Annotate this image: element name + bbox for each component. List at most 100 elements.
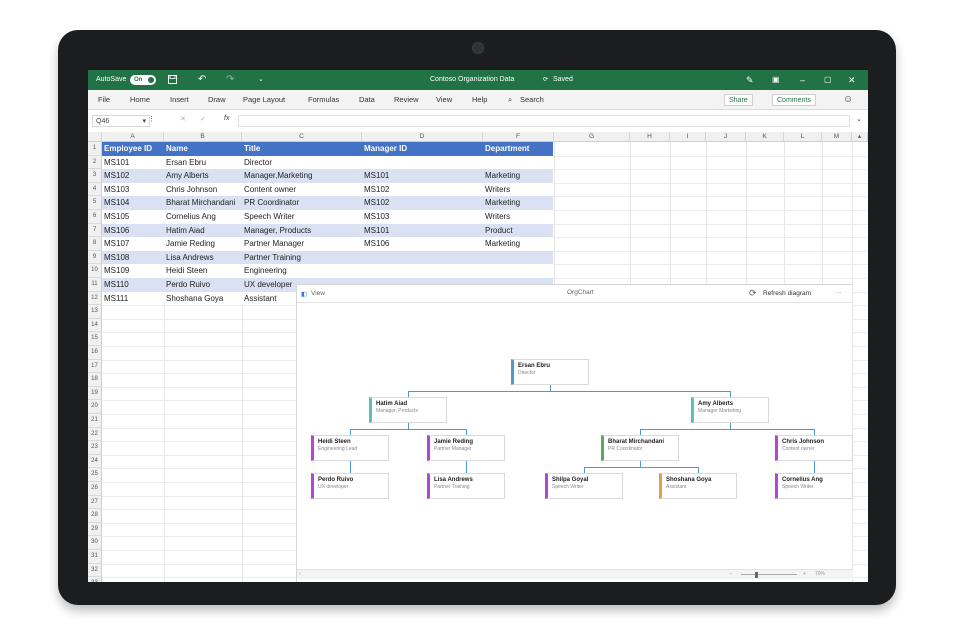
row-header[interactable]: 2 [88, 155, 102, 170]
table-cell[interactable]: Bharat Mirchandani [164, 196, 242, 210]
table-cell[interactable]: MS103 [362, 210, 483, 224]
org-node[interactable]: Ersan Ebru Director [511, 359, 589, 385]
column-header-l[interactable]: L [784, 132, 822, 142]
row-header[interactable]: 7 [88, 223, 102, 238]
table-cell[interactable]: Marketing [483, 196, 554, 210]
table-cell[interactable]: Jamie Reding [164, 237, 242, 251]
expand-formula-icon[interactable]: ⌄ [856, 115, 862, 123]
table-cell[interactable]: Ersan Ebru [164, 156, 242, 170]
enter-icon[interactable]: ✓ [200, 115, 206, 123]
row-header[interactable]: 25 [88, 468, 102, 482]
table-cell[interactable]: Cornelius Ang [164, 210, 242, 224]
row-header[interactable]: 20 [88, 400, 102, 414]
comments-button[interactable]: Comments [772, 94, 816, 106]
table-cell[interactable] [483, 264, 554, 278]
tab-help[interactable]: Help [472, 90, 487, 110]
scroll-left-icon[interactable]: ‹ [299, 571, 301, 577]
row-header[interactable]: 6 [88, 210, 102, 224]
table-cell[interactable]: PR Coordinator [242, 196, 362, 210]
table-cell[interactable] [483, 251, 554, 265]
view-icon[interactable]: ◧ [301, 290, 307, 298]
org-node[interactable]: Perdo Ruivo UX developer [311, 473, 389, 499]
column-header-h[interactable]: H [630, 132, 670, 142]
row-header[interactable]: 26 [88, 482, 102, 496]
table-cell[interactable]: Director [242, 156, 362, 170]
column-header-a[interactable]: A [102, 132, 164, 142]
table-cell[interactable]: Speech Writer [242, 210, 362, 224]
org-node[interactable]: Hatim Aiad Manager, Products [369, 397, 447, 423]
tab-home[interactable]: Home [130, 90, 150, 110]
table-cell[interactable]: Heidi Steen [164, 264, 242, 278]
tab-data[interactable]: Data [359, 90, 375, 110]
table-header-cell[interactable]: Name [164, 142, 242, 156]
more-options-icon[interactable]: ··· [835, 289, 842, 296]
column-header-k[interactable]: K [746, 132, 784, 142]
row-header[interactable]: 5 [88, 196, 102, 210]
column-header-c[interactable]: C [242, 132, 362, 142]
autosave-toggle[interactable]: On [130, 75, 156, 85]
table-header-cell[interactable]: Employee ID [102, 142, 164, 156]
row-header[interactable]: 14 [88, 318, 102, 333]
row-header[interactable]: 23 [88, 441, 102, 455]
table-cell[interactable]: Partner Training [242, 251, 362, 265]
row-header[interactable]: 17 [88, 359, 102, 374]
pen-icon[interactable]: ✎ [746, 70, 754, 90]
zoom-slider-thumb[interactable] [755, 572, 758, 578]
table-cell[interactable]: Content owner [242, 183, 362, 197]
table-cell[interactable]: Manager,Marketing [242, 169, 362, 183]
row-header[interactable]: 22 [88, 427, 102, 442]
table-cell[interactable] [362, 264, 483, 278]
table-cell[interactable]: Manager, Products [242, 224, 362, 238]
table-cell[interactable]: MS101 [362, 169, 483, 183]
row-header[interactable]: 28 [88, 509, 102, 523]
save-icon[interactable] [168, 70, 177, 90]
table-cell[interactable]: Marketing [483, 237, 554, 251]
column-header-j[interactable]: J [706, 132, 746, 142]
table-header-cell[interactable]: Department [483, 142, 554, 156]
table-cell[interactable]: Amy Alberts [164, 169, 242, 183]
formula-input[interactable] [238, 115, 850, 127]
table-cell[interactable]: Hatim Aiad [164, 224, 242, 238]
table-cell[interactable] [483, 156, 554, 170]
row-header[interactable]: 4 [88, 182, 102, 197]
function-icon[interactable]: fx [224, 115, 229, 122]
smiley-feedback-icon[interactable]: ☺ [843, 90, 853, 110]
refresh-diagram-button[interactable]: Refresh diagram [763, 290, 811, 297]
row-header[interactable]: 18 [88, 373, 102, 387]
table-cell[interactable] [362, 156, 483, 170]
org-node[interactable]: Shoshana Goya Assistant [659, 473, 737, 499]
row-header[interactable]: 12 [88, 291, 102, 306]
column-header-i[interactable]: I [670, 132, 706, 142]
table-cell[interactable]: Marketing [483, 169, 554, 183]
restore-icon[interactable]: ▢ [824, 70, 832, 90]
view-button[interactable]: View [311, 290, 325, 297]
zoom-slider[interactable] [741, 574, 797, 575]
cancel-icon[interactable]: ✕ [180, 115, 186, 123]
row-header[interactable]: 29 [88, 522, 102, 537]
row-header[interactable]: 8 [88, 237, 102, 251]
tab-view[interactable]: View [436, 90, 452, 110]
row-header[interactable]: 30 [88, 536, 102, 550]
table-cell[interactable]: MS104 [102, 196, 164, 210]
row-header[interactable]: 1 [88, 142, 102, 156]
table-cell[interactable] [362, 251, 483, 265]
column-header-m[interactable]: M [822, 132, 852, 142]
table-cell[interactable]: Product [483, 224, 554, 238]
column-header-b[interactable]: B [164, 132, 242, 142]
table-cell[interactable]: MS102 [362, 183, 483, 197]
table-cell[interactable]: MS106 [362, 237, 483, 251]
table-cell[interactable]: MS108 [102, 251, 164, 265]
org-node[interactable]: Bharat Mirchandani PR Coordinator [601, 435, 679, 461]
org-node[interactable]: Lisa Andrews Partner Training [427, 473, 505, 499]
row-header[interactable]: 9 [88, 250, 102, 265]
table-cell[interactable]: Writers [483, 210, 554, 224]
tab-insert[interactable]: Insert [170, 90, 189, 110]
row-header[interactable]: 21 [88, 414, 102, 428]
table-cell[interactable]: MS102 [102, 169, 164, 183]
table-cell[interactable]: MS109 [102, 264, 164, 278]
table-cell[interactable]: MS105 [102, 210, 164, 224]
scroll-up-icon[interactable]: ▴ [852, 132, 868, 142]
org-node[interactable]: Amy Alberts Manager Marketing [691, 397, 769, 423]
ribbon-display-icon[interactable]: ▣ [772, 70, 780, 90]
column-header-g[interactable]: G [554, 132, 630, 142]
